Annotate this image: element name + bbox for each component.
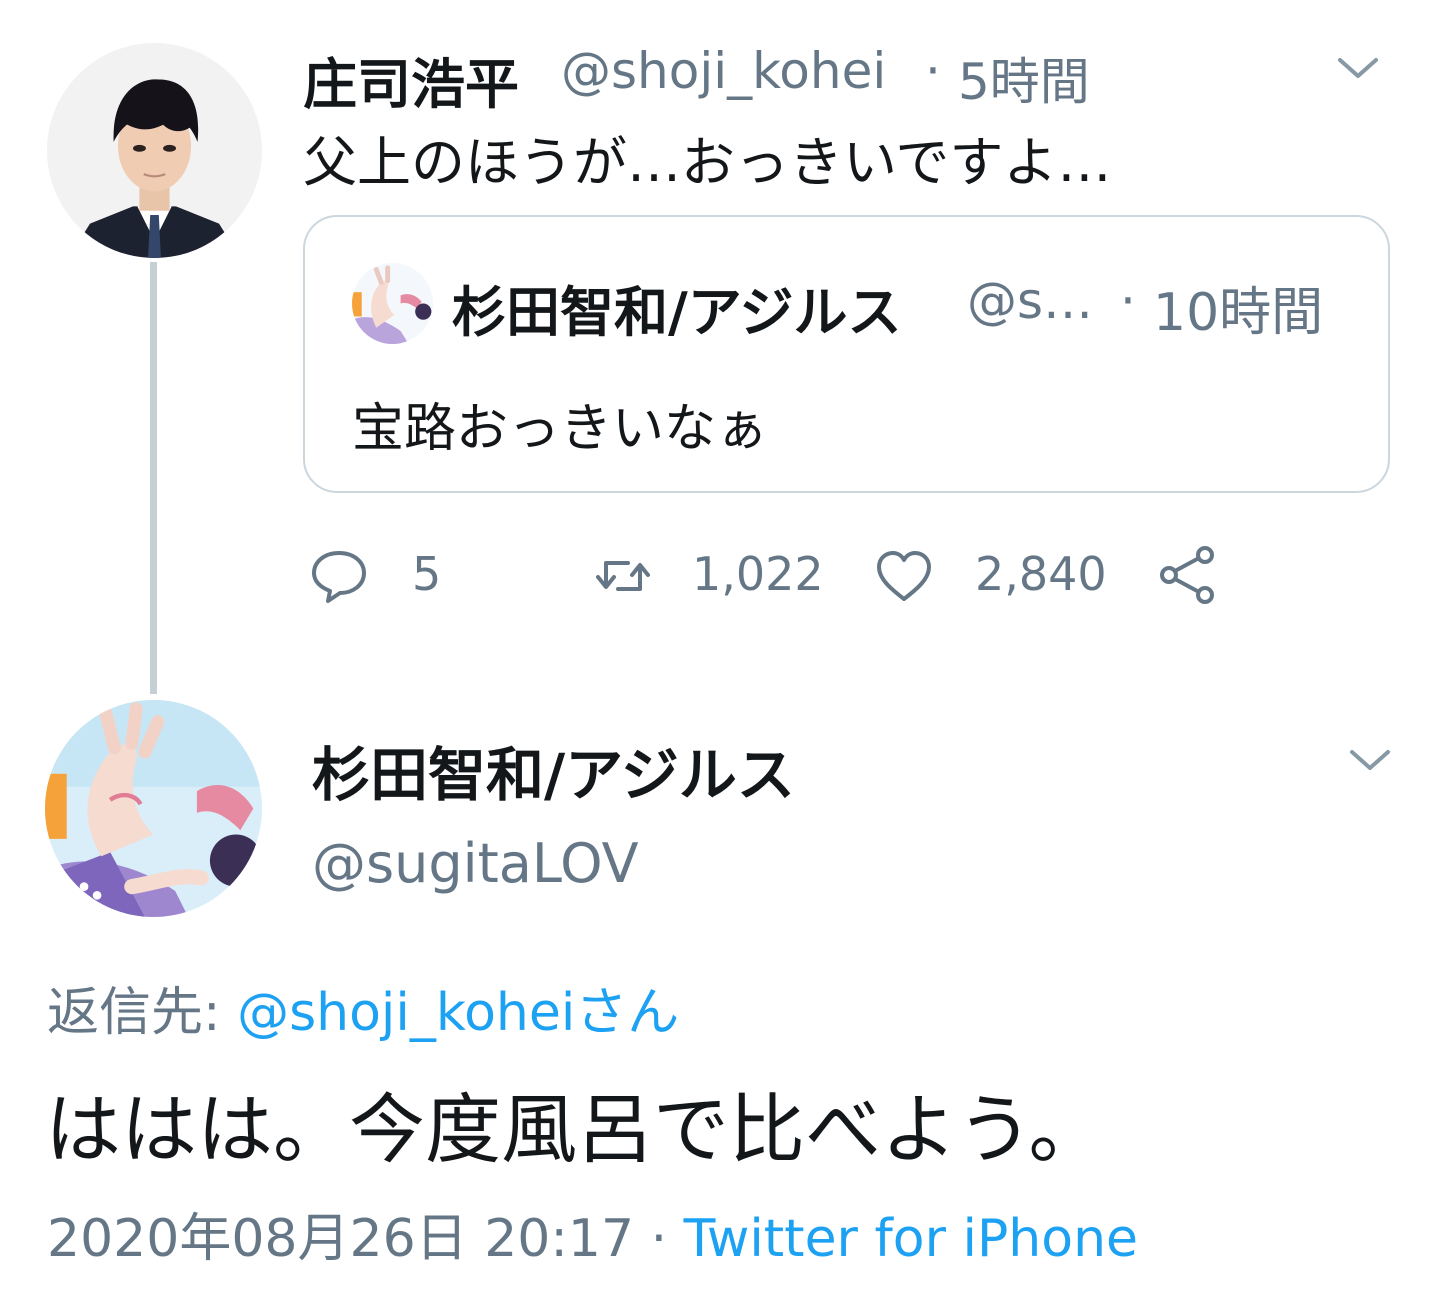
reply-author-handle[interactable]: @sugitaLOV xyxy=(312,832,639,895)
profile-avatar-shoji[interactable] xyxy=(47,43,262,258)
quoted-author-handle: @s… xyxy=(967,272,1094,330)
reply-to-line: 返信先: @shoji_koheiさん xyxy=(47,970,679,1045)
profile-avatar-sugita[interactable] xyxy=(45,700,262,917)
like-count: 2,840 xyxy=(975,547,1107,601)
chevron-down-icon[interactable] xyxy=(1346,740,1394,780)
thread-connector-line xyxy=(150,262,157,694)
reply-to-user-link[interactable]: @shoji_koheiさん xyxy=(237,983,679,1043)
share-nodes-icon[interactable] xyxy=(1157,543,1219,605)
quoted-tweet-text: 宝路おっきいなぁ xyxy=(352,399,769,459)
author-display-name[interactable]: 庄司浩平 xyxy=(303,40,519,119)
tweet-text: 父上のほうが…おっきいですよ… xyxy=(303,131,1112,194)
avatar-illustration-icon xyxy=(352,263,433,344)
retweet-count: 1,022 xyxy=(692,547,824,601)
tweet-client-link[interactable]: Twitter for iPhone xyxy=(684,1209,1138,1269)
meta-separator: · xyxy=(634,1209,684,1269)
avatar-photo-icon xyxy=(47,43,262,258)
tweet-meta-line: 2020年08月26日 20:17 · Twitter for iPhone xyxy=(47,1196,1138,1271)
quoted-author-display-name: 杉田智和/アジルス xyxy=(452,281,902,344)
reply-to-label: 返信先: xyxy=(47,983,238,1043)
avatar-illustration-icon xyxy=(45,700,262,917)
quoted-timestamp: 10時間 xyxy=(1153,283,1324,343)
author-handle[interactable]: @shoji_kohei xyxy=(561,42,886,100)
reply-tweet-text: ははは。今度風呂で比べよう。 xyxy=(45,1085,1105,1174)
reply-author-display-name[interactable]: 杉田智和/アジルス xyxy=(312,728,795,812)
chevron-down-icon[interactable] xyxy=(1334,48,1382,88)
meta-separator: · xyxy=(925,42,941,100)
meta-separator: · xyxy=(1120,272,1136,330)
reply-count: 5 xyxy=(412,547,442,601)
heart-outline-icon[interactable] xyxy=(873,545,935,607)
tweet-datetime[interactable]: 2020年08月26日 20:17 xyxy=(47,1209,634,1269)
speech-bubble-icon[interactable] xyxy=(308,545,370,607)
tweet-timestamp[interactable]: 5時間 xyxy=(958,42,1090,114)
quoted-avatar xyxy=(352,263,433,344)
retweet-arrows-icon[interactable] xyxy=(592,545,654,607)
